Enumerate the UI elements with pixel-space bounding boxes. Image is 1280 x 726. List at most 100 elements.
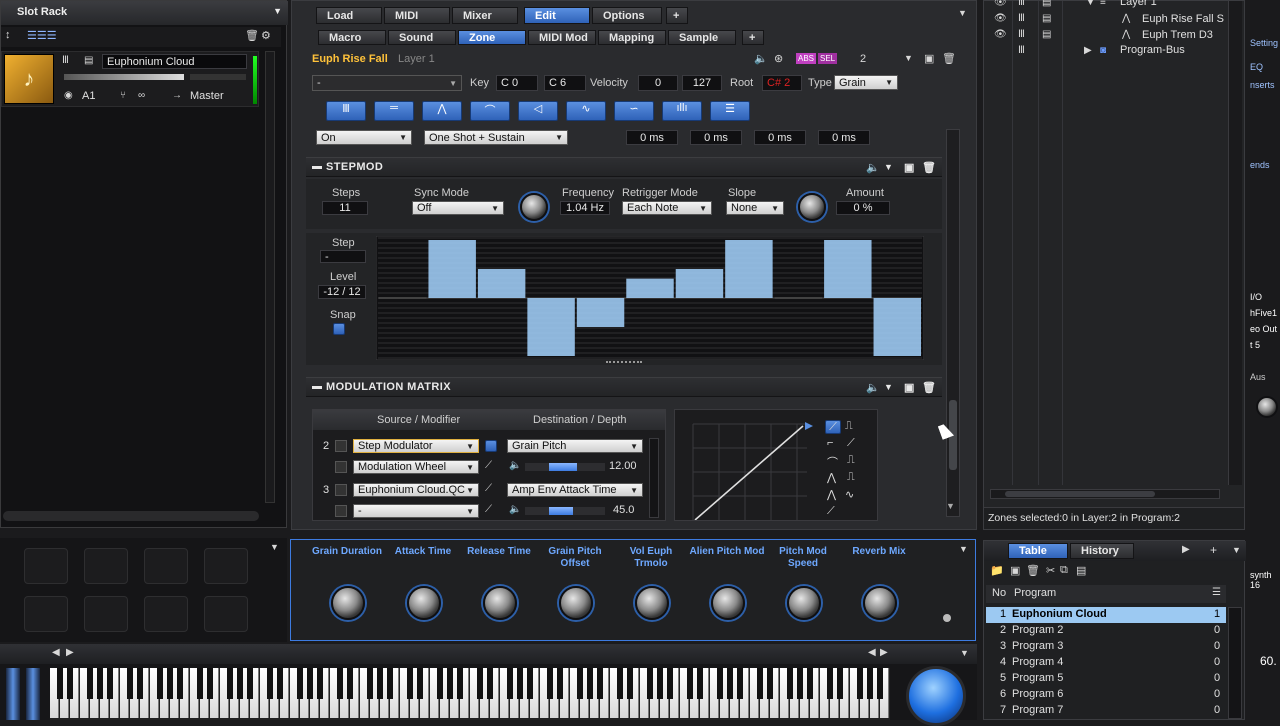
black-key[interactable] [837, 668, 843, 699]
settings-icon[interactable]: ⚙ [261, 29, 271, 42]
list-view-icon[interactable]: ☰☰☰ [27, 29, 57, 42]
edge-label[interactable]: Setting [1250, 38, 1278, 48]
black-key[interactable] [787, 668, 793, 699]
section-stepmod-button[interactable]: ıllı [662, 101, 702, 121]
curve-gate-icon[interactable]: ⎍ [847, 471, 855, 484]
black-key[interactable] [827, 668, 833, 699]
slot-output[interactable]: Master [190, 90, 224, 102]
step-bar[interactable] [774, 297, 823, 299]
tab-history[interactable]: History [1070, 543, 1134, 559]
midi-icon[interactable]: Ⅲ [1018, 0, 1025, 8]
matrix-mute-icon[interactable]: 🔈 [866, 381, 880, 394]
amount-field[interactable]: 0 % [836, 201, 890, 215]
slot-rack-scrollbar[interactable] [265, 51, 275, 503]
program-row[interactable]: 4 Program 4 0 [986, 655, 1226, 671]
stepmod-mute-icon[interactable]: 🔈 [866, 161, 880, 174]
depth-slider[interactable] [525, 463, 605, 471]
stepmod-save-icon[interactable]: ▣ [904, 161, 915, 174]
root-field[interactable]: C# 2 [762, 75, 802, 91]
tree-vscroll[interactable] [1228, 1, 1242, 485]
tab-mixer[interactable]: Mixer [452, 7, 518, 24]
slot-program-name[interactable]: Euphonium Cloud [102, 54, 247, 69]
columns-icon[interactable]: ☰ [1212, 587, 1221, 598]
tab-load[interactable]: Load [316, 7, 382, 24]
black-key[interactable] [137, 668, 143, 699]
curve-display[interactable] [683, 416, 817, 520]
black-key[interactable] [407, 668, 413, 699]
depth-mute-icon[interactable]: 🔈 [509, 460, 521, 471]
edge-label[interactable]: nserts [1250, 80, 1275, 90]
black-key[interactable] [757, 668, 763, 699]
trash-icon[interactable]: 🗑 [1026, 564, 1040, 577]
tree-item-zone[interactable]: Euph Trem D3 [1142, 29, 1213, 41]
section-pitch-button[interactable]: ∿ [566, 101, 606, 121]
mode-b-dropdown[interactable]: One Shot + Sustain ▼ [424, 130, 568, 145]
tab-midi[interactable]: MIDI [384, 7, 450, 24]
keyboard-scroll-left-icon[interactable]: ◀ [52, 647, 60, 658]
sync-mode-dropdown[interactable]: Off ▼ [412, 201, 504, 215]
pad-5[interactable] [24, 596, 68, 632]
delete-icon[interactable]: 🗑 [942, 52, 956, 65]
black-key[interactable] [97, 668, 103, 699]
black-key[interactable] [547, 668, 553, 699]
key-low-field[interactable]: C 0 [496, 75, 538, 91]
black-key[interactable] [317, 668, 323, 699]
black-key[interactable] [667, 668, 673, 699]
pad-1[interactable] [24, 548, 68, 584]
row-toggle[interactable] [335, 440, 347, 452]
step-grid[interactable] [376, 236, 924, 360]
edit-icon[interactable]: ▤ [84, 55, 93, 66]
edge-label[interactable]: hFive1 [1250, 308, 1277, 318]
volume-slider[interactable] [64, 74, 184, 80]
pad-2[interactable] [84, 548, 128, 584]
edit-icon[interactable]: ▤ [1042, 13, 1051, 24]
row-toggle[interactable] [335, 461, 347, 473]
black-key[interactable] [107, 668, 113, 699]
black-key[interactable] [457, 668, 463, 699]
pan-slider[interactable] [190, 74, 246, 80]
visibility-icon[interactable]: 👁 [994, 13, 1007, 24]
visibility-icon[interactable]: 👁 [994, 0, 1007, 8]
destination-dropdown[interactable]: Amp Env Attack Time ▼ [507, 483, 643, 497]
black-key[interactable] [597, 668, 603, 699]
midi-icon[interactable]: Ⅲ [1018, 13, 1025, 24]
black-key[interactable] [577, 668, 583, 699]
black-key[interactable] [437, 668, 443, 699]
midi-icon[interactable]: Ⅲ [1018, 45, 1025, 56]
frequency-knob[interactable] [520, 193, 548, 221]
section-keys-button[interactable]: Ⅲ [326, 101, 366, 121]
browser-menu-icon[interactable]: ▼ [1232, 545, 1241, 555]
black-key[interactable] [347, 668, 353, 699]
section-lfo-button[interactable]: ∽ [614, 101, 654, 121]
black-key[interactable] [587, 668, 593, 699]
add-tab-button[interactable]: + [666, 7, 688, 24]
step-bar[interactable] [477, 269, 526, 298]
mode-a-dropdown[interactable]: On ▼ [316, 130, 412, 145]
edge-label[interactable]: I/O [1250, 292, 1262, 302]
tree-item-layer[interactable]: Layer 1 [1120, 0, 1157, 8]
black-key[interactable] [277, 668, 283, 699]
qc-knob[interactable] [863, 586, 897, 620]
edge-knob[interactable] [1256, 396, 1278, 418]
depth-value[interactable]: 12.00 [609, 460, 637, 472]
qc-knob[interactable] [483, 586, 517, 620]
program-row[interactable]: 6 Program 6 0 [986, 687, 1226, 703]
source-polarity-icon[interactable] [485, 440, 497, 452]
qc-knob[interactable] [559, 586, 593, 620]
curve-peak-icon[interactable]: ⋀ [827, 471, 836, 484]
midi-icon[interactable]: Ⅲ [62, 55, 69, 66]
env-time-2[interactable]: 0 ms [690, 130, 742, 145]
curve-step-icon[interactable]: ⎍ [845, 420, 853, 433]
folder-icon[interactable]: 📁 [990, 564, 1004, 577]
section-amp-button[interactable]: ◁ [518, 101, 558, 121]
step-bar[interactable] [675, 269, 724, 298]
black-key[interactable] [177, 668, 183, 699]
pad-3[interactable] [144, 548, 188, 584]
curve-ramp-down-icon[interactable]: ⟋ [827, 505, 835, 518]
zone-menu-icon[interactable]: ▼ [904, 53, 913, 63]
keyboard-scroll-right-icon[interactable]: ▶ [66, 647, 74, 658]
env-time-4[interactable]: 0 ms [818, 130, 870, 145]
collapse-icon[interactable]: ▼ [273, 6, 282, 16]
black-key[interactable] [507, 668, 513, 699]
black-key[interactable] [227, 668, 233, 699]
